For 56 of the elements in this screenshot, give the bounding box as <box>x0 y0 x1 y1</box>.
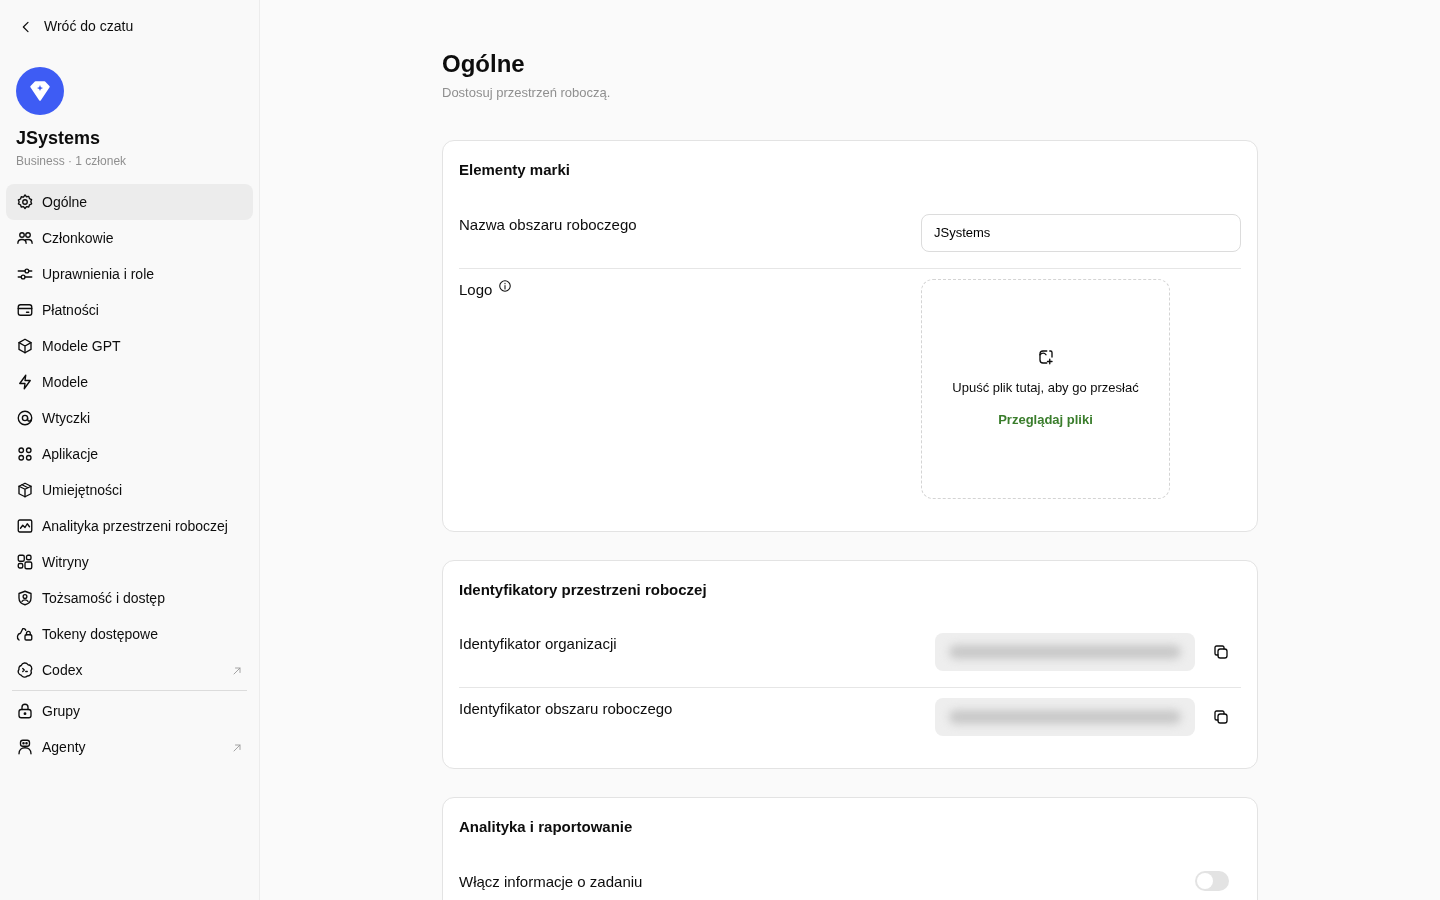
box-icon <box>16 481 34 499</box>
sidebar-item[interactable]: Aplikacje <box>6 436 253 472</box>
card-icon <box>16 301 34 319</box>
section-title: Elementy marki <box>459 160 571 181</box>
lock-icon <box>16 702 34 720</box>
drop-hint: Upuść plik tutaj, aby go przesłać <box>952 379 1139 398</box>
setting-label: Nazwa obszaru roboczego <box>459 214 637 235</box>
section-title: Analityka i raportowanie <box>459 817 634 838</box>
workspace-name: JSystems <box>16 127 102 150</box>
sidebar-item[interactable]: Uprawnienia i role <box>6 256 253 292</box>
sidebar-item[interactable]: Płatności <box>6 292 253 328</box>
copy-icon <box>1212 643 1230 662</box>
sidebar-item[interactable]: Witryny <box>6 544 253 580</box>
text-field[interactable]: JSystems <box>921 213 1241 252</box>
at-sign-icon <box>16 409 34 427</box>
robot-icon <box>16 738 34 756</box>
sidebar-item[interactable]: Modele GPT <box>6 328 253 364</box>
sidebar-item[interactable]: Wtyczki <box>6 400 253 436</box>
gear-icon <box>16 193 34 211</box>
info-icon <box>498 278 513 293</box>
lightning-icon <box>16 373 34 391</box>
apps-icon <box>16 445 34 463</box>
setting-label: Włącz informacje o zadaniu <box>459 871 643 892</box>
cube-icon <box>16 337 34 355</box>
layout-icon <box>16 553 34 571</box>
drop-zone[interactable]: Upuść plik tutaj, aby go przesłać Przeglądaj pliki <box>921 278 1170 499</box>
page-title: Ogólne <box>442 50 526 79</box>
page-subtitle: Dostosuj przestrzeń roboczą. <box>442 83 612 102</box>
external-arrow-icon <box>231 741 243 754</box>
toggle-switch[interactable] <box>1195 870 1229 891</box>
external-arrow-icon <box>231 664 243 677</box>
terminal-cloud-icon <box>16 661 34 679</box>
sidebar-item[interactable]: Tokeny dostępowe <box>6 616 253 652</box>
sidebar-item[interactable]: Modele <box>6 364 253 400</box>
setting-label: Logo <box>459 279 493 300</box>
sidebar-item[interactable]: Ogólne <box>6 184 253 220</box>
copy-icon <box>1212 708 1230 727</box>
sidebar-item[interactable]: Agenty <box>6 729 253 765</box>
sidebar-item[interactable]: Umiejętności <box>6 472 253 508</box>
back-link[interactable]: Wróć do czatu <box>6 14 253 39</box>
chart-icon <box>16 517 34 535</box>
setting-label: Identyfikator obszaru roboczego <box>459 699 673 720</box>
sidebar-item[interactable]: Członkowie <box>6 220 253 256</box>
setting-label: Identyfikator organizacji <box>459 634 617 655</box>
section-title: Identyfikatory przestrzeni roboczej <box>459 579 708 600</box>
browse-link[interactable]: Przeglądaj pliki <box>998 409 1093 430</box>
sidebar-item[interactable]: Analityka przestrzeni roboczej <box>6 508 253 544</box>
people-icon <box>16 229 34 247</box>
sidebar-item[interactable]: Codex <box>6 652 253 688</box>
image-add-icon <box>1036 348 1055 367</box>
workspace-meta: Business · 1 członek <box>16 153 128 170</box>
sidebar-item[interactable]: Grupy <box>6 693 253 729</box>
shield-user-icon <box>16 589 34 607</box>
workspace-logo <box>16 67 64 115</box>
sidebar-item[interactable]: Tożsamość i dostęp <box>6 580 253 616</box>
key-lock-icon <box>16 625 34 643</box>
